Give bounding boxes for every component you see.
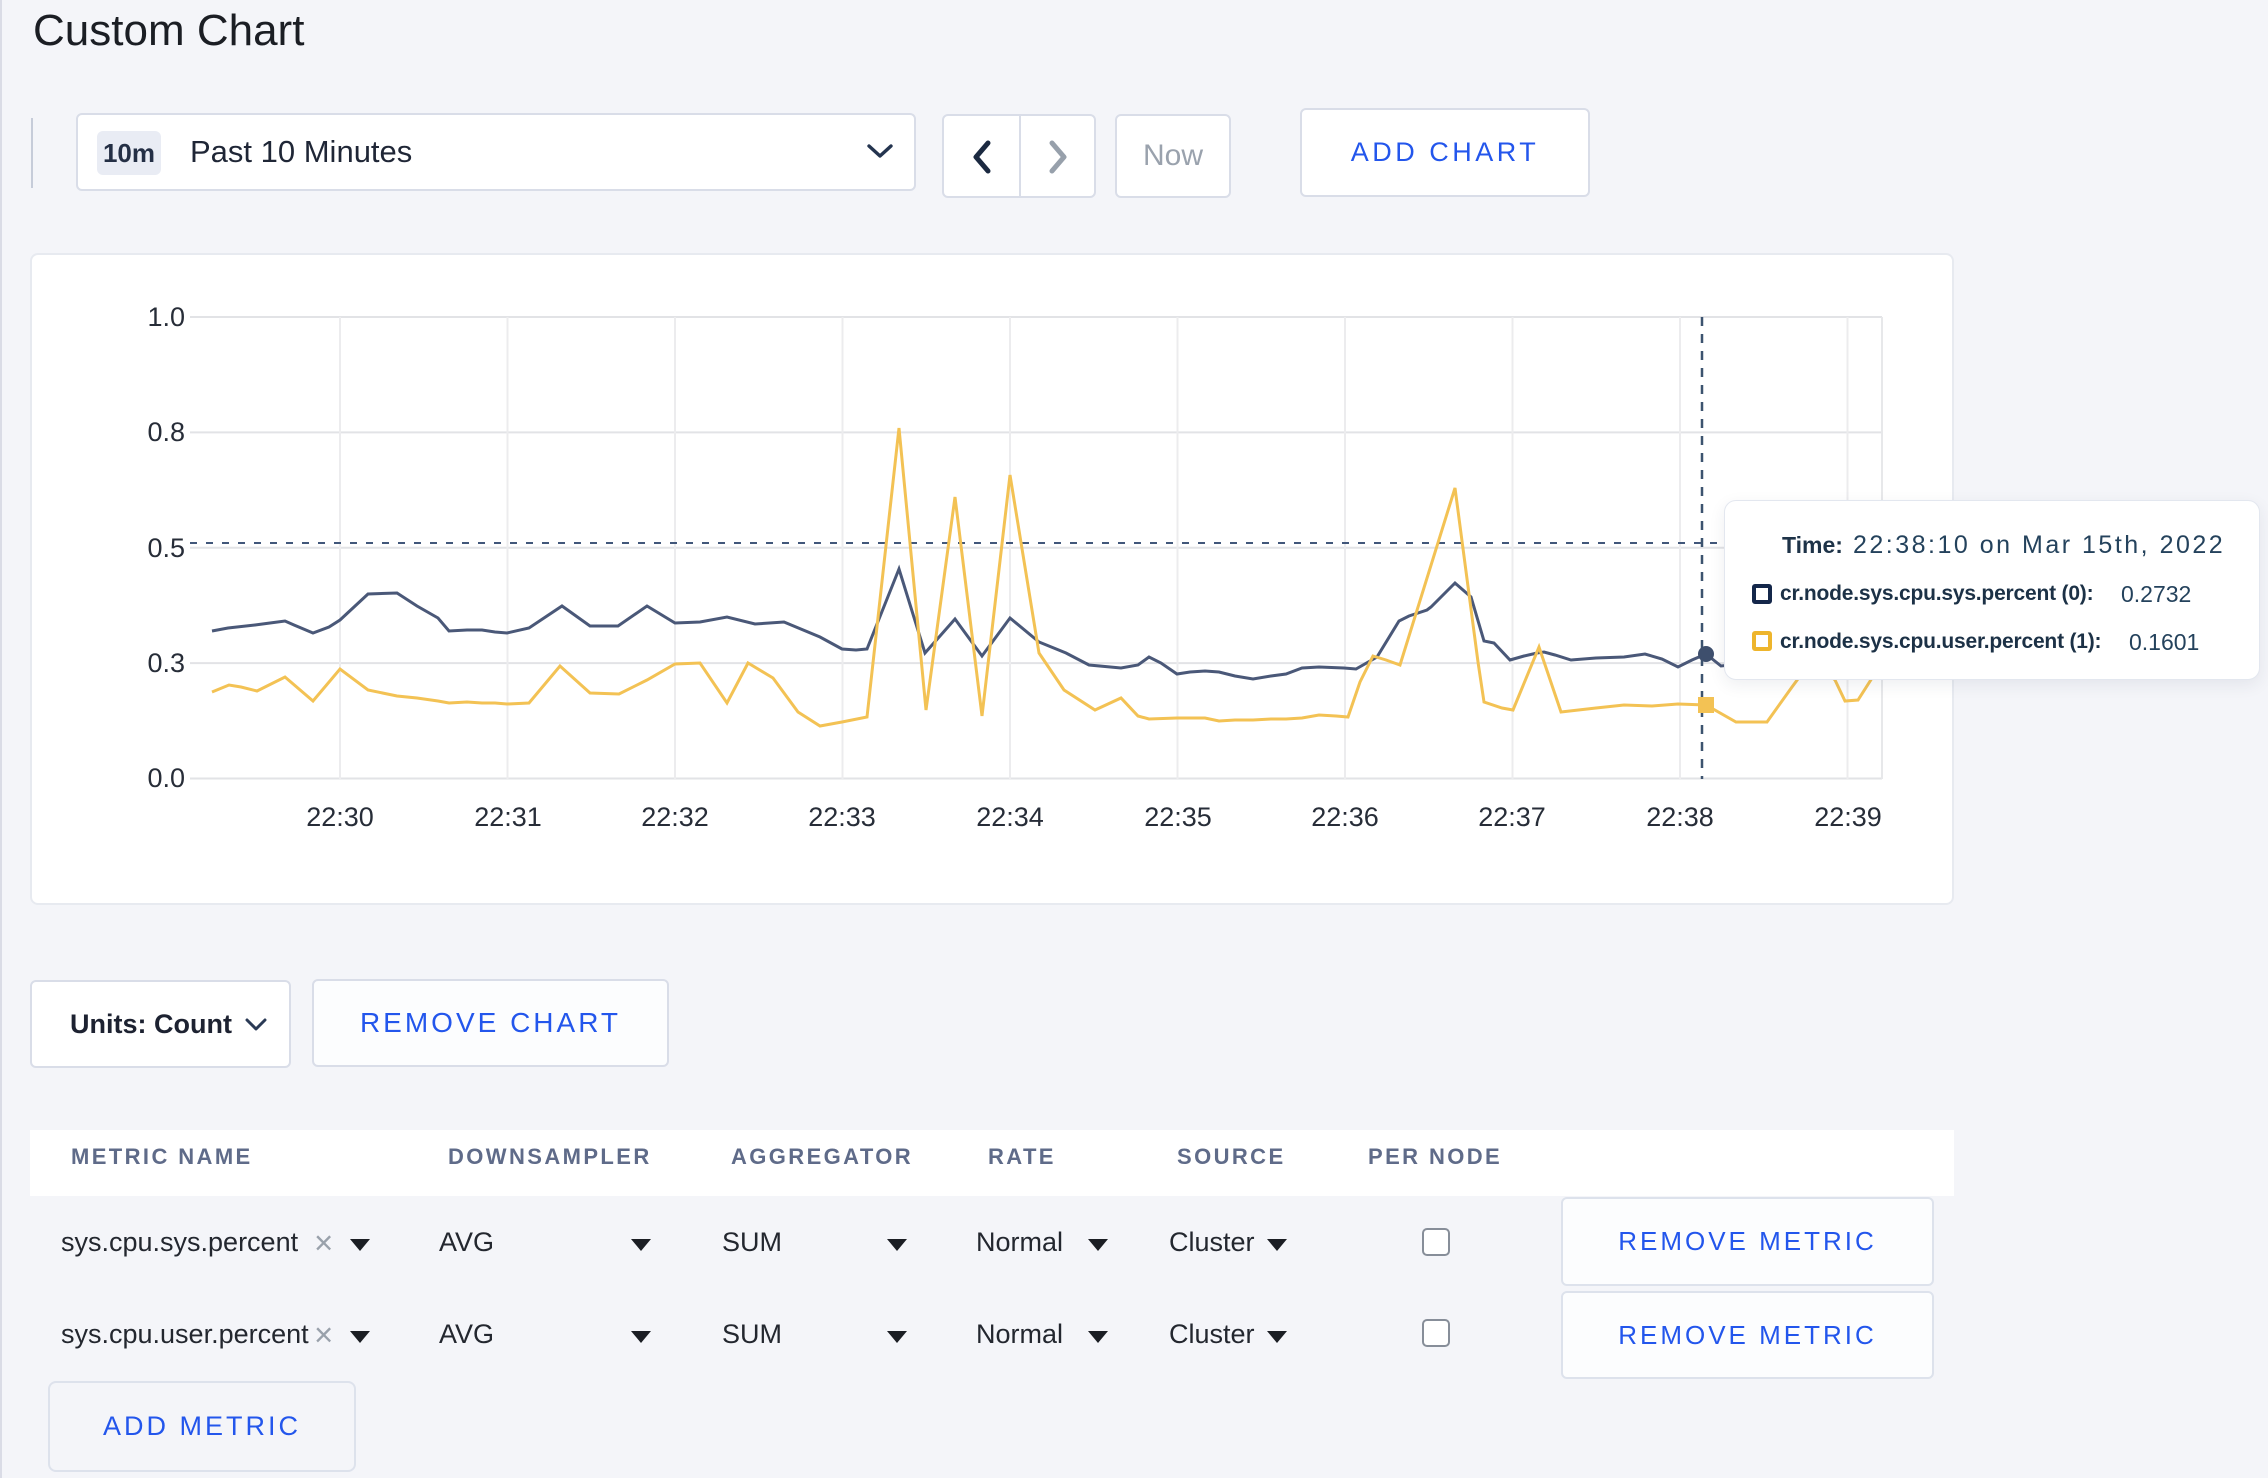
svg-text:22:34: 22:34 [976, 802, 1044, 832]
svg-text:22:30: 22:30 [306, 802, 374, 832]
svg-text:0.5: 0.5 [147, 533, 185, 563]
svg-text:22:31: 22:31 [474, 802, 542, 832]
svg-text:22:35: 22:35 [1144, 802, 1212, 832]
svg-text:22:32: 22:32 [641, 802, 709, 832]
svg-text:22:37: 22:37 [1478, 802, 1546, 832]
svg-text:0.0: 0.0 [147, 763, 185, 793]
svg-text:22:38: 22:38 [1646, 802, 1714, 832]
svg-text:0.3: 0.3 [147, 648, 185, 678]
svg-text:0.8: 0.8 [147, 417, 185, 447]
svg-text:22:36: 22:36 [1311, 802, 1379, 832]
svg-text:22:39: 22:39 [1814, 802, 1882, 832]
svg-text:1.0: 1.0 [147, 302, 185, 332]
svg-text:22:33: 22:33 [808, 802, 876, 832]
